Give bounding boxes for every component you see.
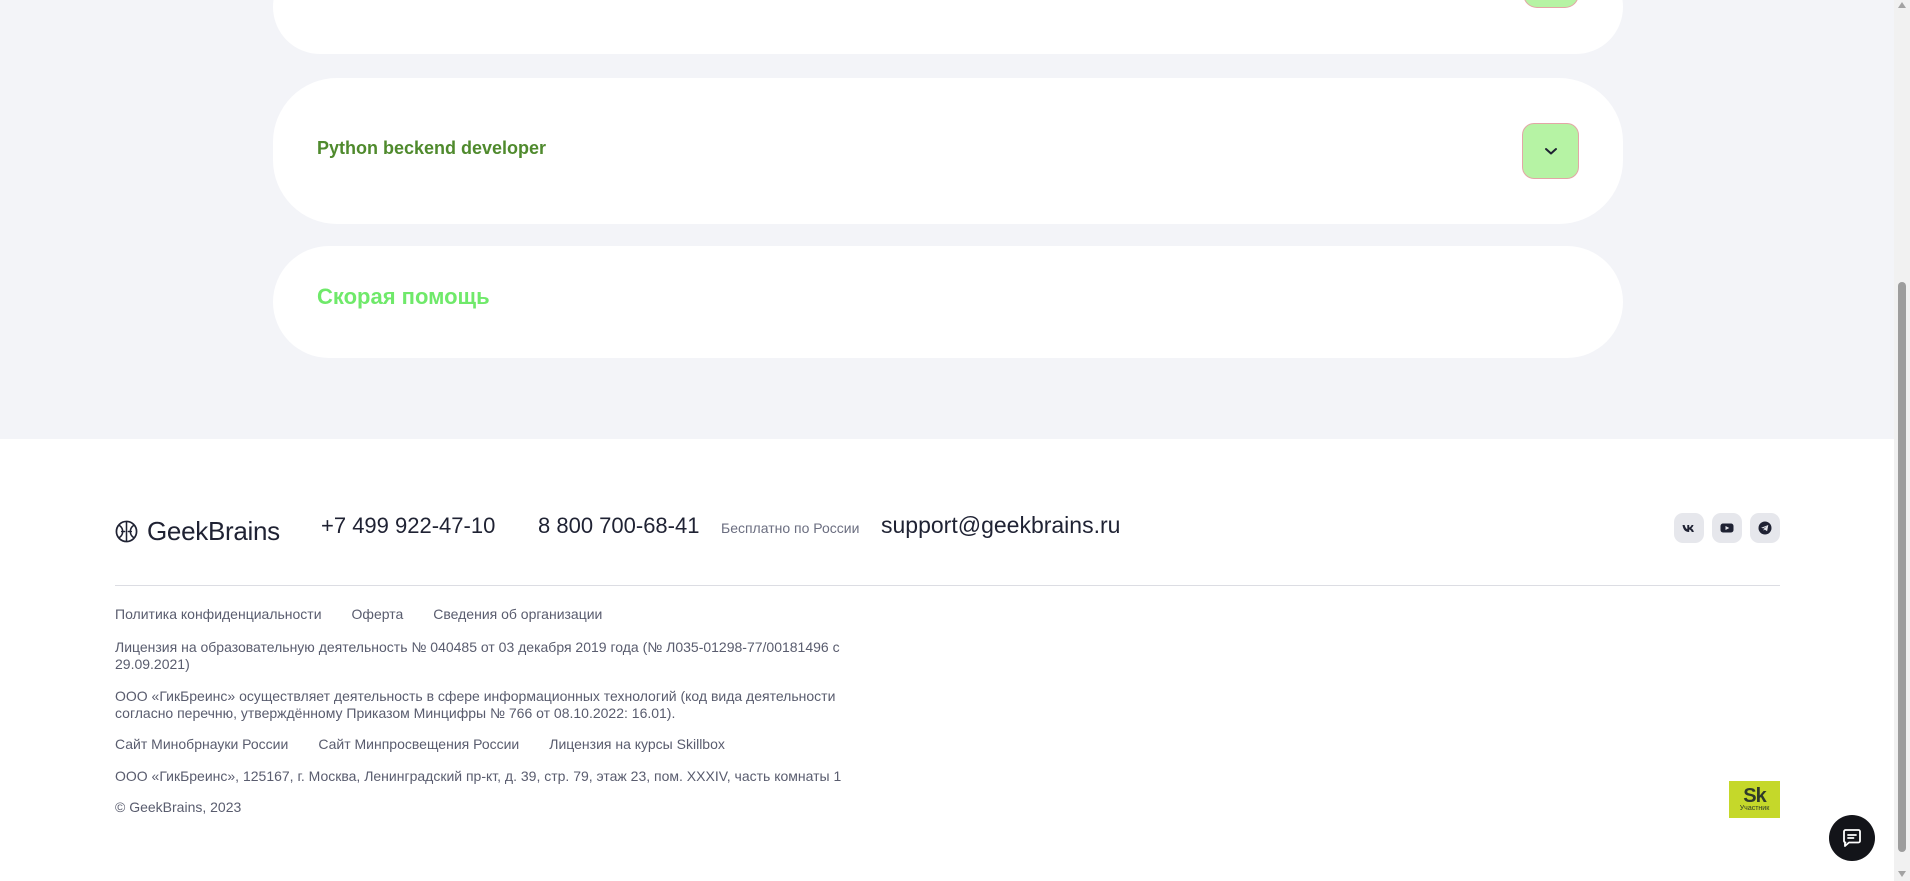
- footer-legal-links: Политика конфиденциальности Оферта Сведе…: [115, 606, 602, 622]
- phone-link-free[interactable]: 8 800 700-68-41: [538, 513, 699, 539]
- license-text: Лицензия на образовательную деятельность…: [115, 639, 840, 672]
- footer-divider: [115, 585, 1780, 586]
- skillbox-license-link[interactable]: Лицензия на курсы Skillbox: [549, 736, 725, 752]
- company-address: ООО «ГикБреинс», 125167, г. Москва, Лени…: [115, 768, 842, 784]
- vk-icon: [1682, 524, 1694, 532]
- faq-toggle-button-partial[interactable]: [1523, 0, 1579, 8]
- scroll-down-arrow-icon[interactable]: [1898, 871, 1906, 877]
- logo-text: GeekBrains: [147, 516, 280, 546]
- footer: GeekBrains +7 499 922-47-10 8 800 700-68…: [0, 439, 1894, 881]
- footer-logo[interactable]: GeekBrains: [115, 516, 280, 547]
- brain-icon: [115, 520, 138, 543]
- chat-button[interactable]: [1829, 815, 1875, 861]
- faq-card-help[interactable]: Скорая помощь: [273, 246, 1623, 358]
- phone-free-note: Бесплатно по России: [721, 520, 860, 536]
- support-email-link[interactable]: support@geekbrains.ru: [881, 512, 1120, 539]
- faq-card-python[interactable]: Python beckend developer: [273, 78, 1623, 224]
- social-links: [1674, 513, 1780, 543]
- skolkovo-badge[interactable]: Sk Участник: [1729, 781, 1780, 818]
- minprosveshcheniya-link[interactable]: Сайт Минпросвещения России: [318, 736, 519, 752]
- minobrnauki-link[interactable]: Сайт Минобрнауки России: [115, 736, 288, 752]
- scroll-up-arrow-icon[interactable]: [1898, 2, 1906, 8]
- page-scrollbar[interactable]: [1894, 0, 1910, 881]
- scrollbar-thumb[interactable]: [1898, 282, 1906, 852]
- expand-toggle-button[interactable]: [1522, 123, 1579, 179]
- copyright: © GeekBrains, 2023: [115, 799, 242, 815]
- skolkovo-badge-caption: Участник: [1739, 804, 1770, 812]
- youtube-link[interactable]: [1712, 513, 1742, 543]
- telegram-icon: [1758, 521, 1772, 535]
- telegram-link[interactable]: [1750, 513, 1780, 543]
- company-activity-text: ООО «ГикБреинс» осуществляет деятельност…: [115, 688, 836, 721]
- faq-card-title: Python beckend developer: [317, 138, 547, 158]
- chat-icon: [1843, 829, 1861, 847]
- offer-link[interactable]: Оферта: [352, 606, 404, 622]
- chevron-down-icon: [1544, 148, 1557, 155]
- help-title: Скорая помощь: [317, 284, 490, 309]
- youtube-icon: [1720, 523, 1734, 533]
- faq-card-collapsed-partial[interactable]: ▬ ▬▬ ▬▬▬ ▬: [273, 0, 1623, 54]
- privacy-policy-link[interactable]: Политика конфиденциальности: [115, 606, 322, 622]
- organization-info-link[interactable]: Сведения об организации: [433, 606, 602, 622]
- footer-gov-links: Сайт Минобрнауки России Сайт Минпросвеще…: [115, 736, 725, 752]
- phone-link-moscow[interactable]: +7 499 922-47-10: [321, 513, 495, 539]
- vk-link[interactable]: [1674, 513, 1704, 543]
- skolkovo-logo-text: Sk: [1743, 784, 1766, 807]
- faq-section: ▬ ▬▬ ▬▬▬ ▬ Python beckend developer Скор…: [0, 0, 1894, 439]
